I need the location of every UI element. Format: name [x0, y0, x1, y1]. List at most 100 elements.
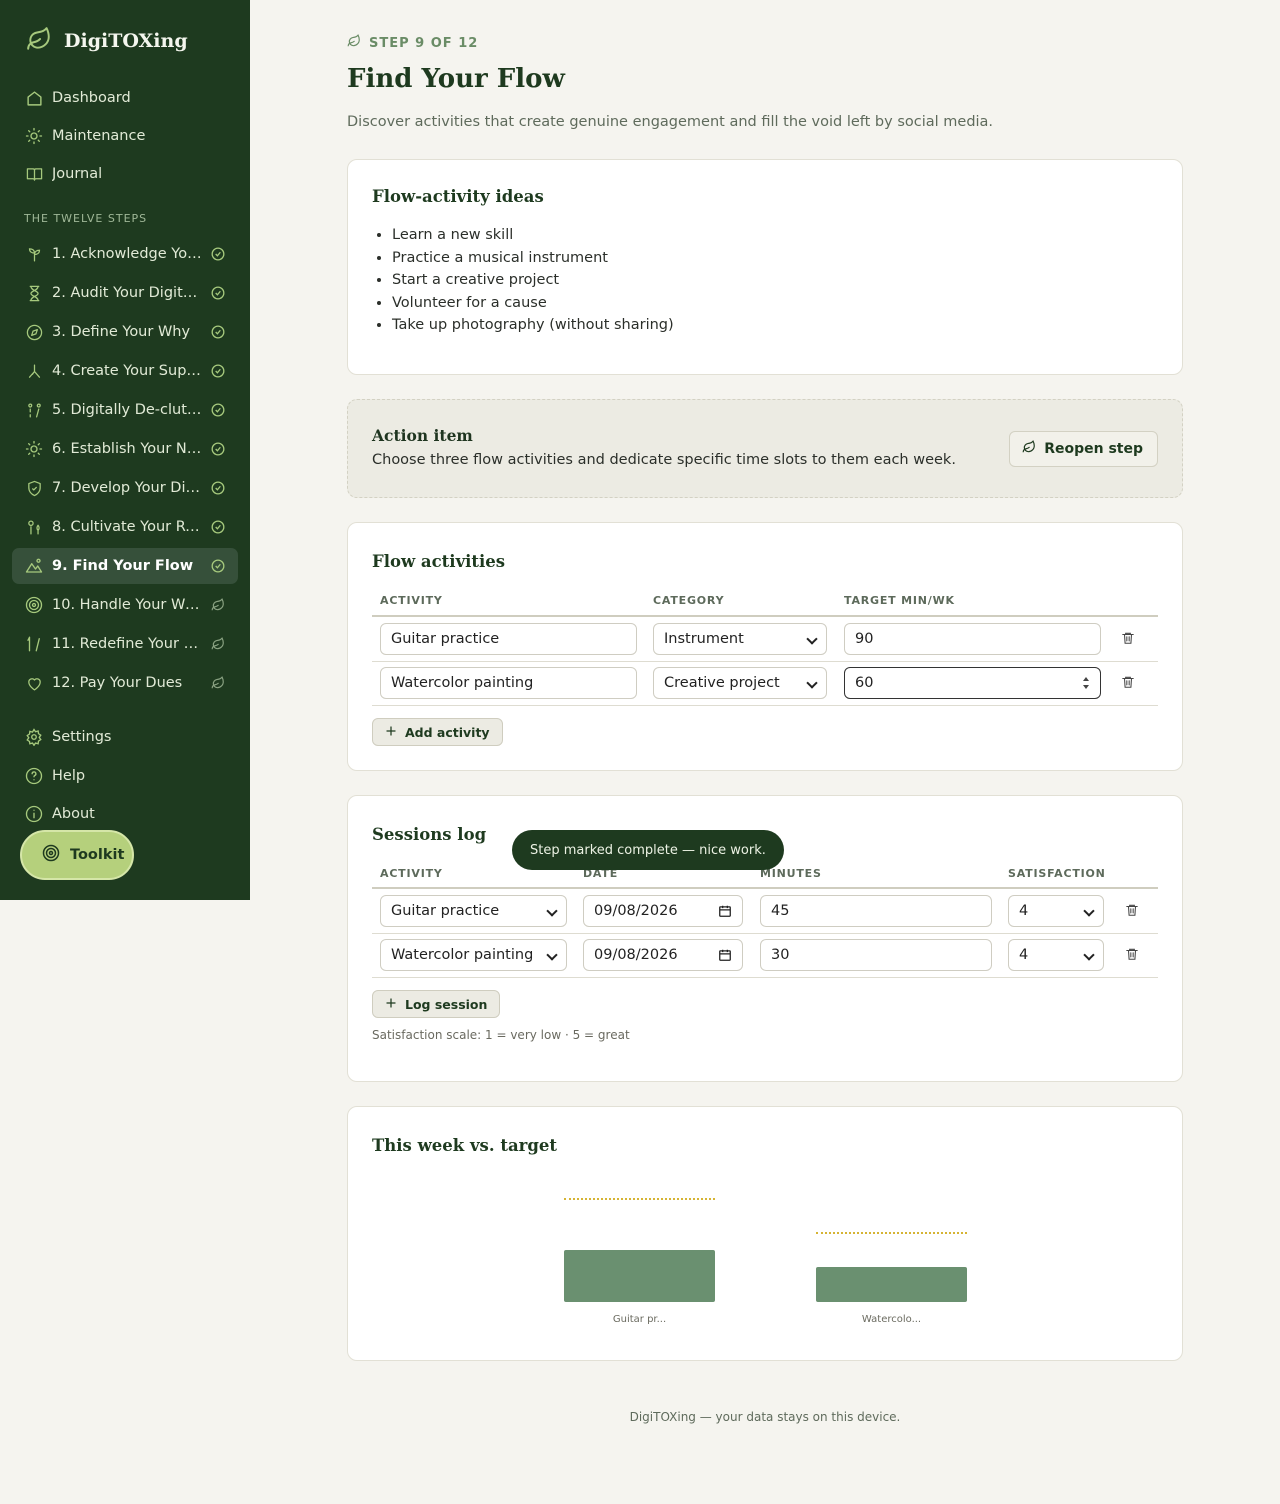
- step-12[interactable]: 12. Pay Your Dues: [12, 665, 238, 701]
- satisfaction-scale-note: Satisfaction scale: 1 = very low · 5 = g…: [372, 1028, 630, 1042]
- divider: [372, 933, 1158, 934]
- divider: [372, 977, 1158, 978]
- declutter-icon: [24, 400, 44, 420]
- nav-label: Journal: [52, 166, 103, 182]
- nav-help[interactable]: Help: [12, 758, 238, 794]
- gear-icon: [24, 727, 44, 747]
- leaf-icon: [1022, 440, 1036, 458]
- sprout-icon: [24, 244, 44, 264]
- step-9[interactable]: 9. Find Your Flow: [12, 548, 238, 584]
- calendar-icon[interactable]: [718, 948, 732, 962]
- action-text: Choose three flow activities and dedicat…: [372, 452, 956, 468]
- chart-target-line: [816, 1232, 967, 1235]
- step-1[interactable]: 1. Acknowledge Your Digital Dependency: [12, 236, 238, 272]
- step-4[interactable]: 4. Create Your Support Network: [12, 353, 238, 389]
- session-minutes-input[interactable]: 30: [760, 939, 992, 971]
- nav-journal[interactable]: Journal: [12, 156, 238, 192]
- toast-notification: Step marked complete — nice work.: [512, 830, 784, 870]
- target-minutes-input[interactable]: 90: [844, 623, 1101, 655]
- sessions-title: Sessions log: [372, 825, 487, 844]
- step-label: 8. Cultivate Your Real-World Relationshi…: [52, 519, 202, 535]
- session-date-input[interactable]: 09/08/2026: [583, 939, 743, 971]
- app-name: DigiTOXing: [64, 30, 188, 52]
- nav-settings[interactable]: Settings: [12, 719, 238, 755]
- steps-section-label: THE TWELVE STEPS: [24, 212, 148, 225]
- divider: [372, 615, 1158, 617]
- step-3[interactable]: 3. Define Your Why: [12, 314, 238, 350]
- category-select[interactable]: Creative project: [653, 667, 827, 699]
- step-label: 11. Redefine Your Success: [52, 636, 202, 652]
- add-activity-button[interactable]: Add activity: [372, 718, 503, 746]
- delete-session-icon[interactable]: [1125, 902, 1141, 918]
- step-7[interactable]: 7. Develop Your Digital Boundaries: [12, 470, 238, 506]
- idea-item: Learn a new skill: [392, 224, 674, 247]
- target-value: 60: [855, 675, 874, 691]
- step-label: 6. Establish Your New Routines: [52, 441, 202, 457]
- action-title: Action item: [372, 426, 473, 445]
- leaf-icon: [347, 34, 361, 52]
- mountain-icon: [24, 556, 44, 576]
- home-icon: [24, 88, 44, 108]
- target-icon: [24, 595, 44, 615]
- activity-name-input[interactable]: Watercolor painting: [380, 667, 637, 699]
- book-icon: [24, 164, 44, 184]
- target-minutes-input[interactable]: 60: [844, 667, 1101, 699]
- delete-row-icon[interactable]: [1121, 674, 1137, 690]
- shield-icon: [24, 478, 44, 498]
- calendar-icon[interactable]: [718, 904, 732, 918]
- compass-icon: [24, 322, 44, 342]
- step-11[interactable]: 11. Redefine Your Success: [12, 626, 238, 662]
- help-icon: [24, 766, 44, 786]
- chart-category-label: Watercolo...: [861, 1314, 922, 1325]
- step-5[interactable]: 5. Digitally De-clutter: [12, 392, 238, 428]
- step-2[interactable]: 2. Audit Your Digital Life: [12, 275, 238, 311]
- divider: [372, 661, 1158, 662]
- session-activity-select[interactable]: Guitar practice: [380, 895, 567, 927]
- nav-maintenance[interactable]: Maintenance: [12, 118, 238, 154]
- step-6[interactable]: 6. Establish Your New Routines: [12, 431, 238, 467]
- step-8[interactable]: 8. Cultivate Your Real-World Relationshi…: [12, 509, 238, 545]
- nav-about[interactable]: About: [12, 796, 238, 832]
- info-icon: [24, 804, 44, 824]
- check-circle-icon: [210, 246, 226, 262]
- satisfaction-select[interactable]: 4: [1008, 939, 1104, 971]
- satisfaction-select[interactable]: 4: [1008, 895, 1104, 927]
- check-circle-icon: [210, 363, 226, 379]
- step-label: 10. Handle Your Withdrawal: [52, 597, 202, 613]
- pen-icon: [24, 634, 44, 654]
- ideas-title: Flow-activity ideas: [372, 187, 544, 206]
- chart-category-label: Guitar pr...: [612, 1314, 667, 1325]
- delete-session-icon[interactable]: [1125, 946, 1141, 962]
- step-label: 7. Develop Your Digital Boundaries: [52, 480, 202, 496]
- heart-icon: [24, 673, 44, 693]
- session-activity-select[interactable]: Watercolor painting: [380, 939, 567, 971]
- log-session-button[interactable]: Log session: [372, 990, 501, 1018]
- action-card: Action item Choose three flow activities…: [347, 399, 1183, 498]
- step-10[interactable]: 10. Handle Your Withdrawal: [12, 587, 238, 623]
- activity-name-input[interactable]: Guitar practice: [380, 623, 637, 655]
- check-circle-icon: [210, 441, 226, 457]
- sidebar: DigiTOXing Dashboard Maintenance Journal…: [0, 0, 250, 900]
- toolkit-button[interactable]: Toolkit: [20, 830, 134, 880]
- reopen-step-button[interactable]: Reopen step: [1009, 431, 1158, 467]
- check-circle-icon: [210, 324, 226, 340]
- spinner-icon[interactable]: [1082, 675, 1090, 691]
- network-icon: [24, 361, 44, 381]
- ideas-list: Learn a new skill Practice a musical ins…: [392, 224, 674, 337]
- leaf-status-icon: [210, 597, 226, 613]
- check-circle-icon: [210, 519, 226, 535]
- divider: [372, 705, 1158, 706]
- session-minutes-input[interactable]: 45: [760, 895, 992, 927]
- divider: [372, 887, 1158, 889]
- hourglass-icon: [24, 283, 44, 303]
- delete-row-icon[interactable]: [1121, 630, 1137, 646]
- col-activity: ACTIVITY: [380, 867, 443, 880]
- nav-label: Settings: [52, 729, 112, 745]
- brand[interactable]: DigiTOXing: [26, 26, 188, 56]
- category-select[interactable]: Instrument: [653, 623, 827, 655]
- step-tag: STEP 9 OF 12: [347, 34, 478, 52]
- nav-dashboard[interactable]: Dashboard: [12, 80, 238, 116]
- add-activity-label: Add activity: [405, 724, 490, 740]
- log-session-label: Log session: [405, 996, 488, 1012]
- session-date-input[interactable]: 09/08/2026: [583, 895, 743, 927]
